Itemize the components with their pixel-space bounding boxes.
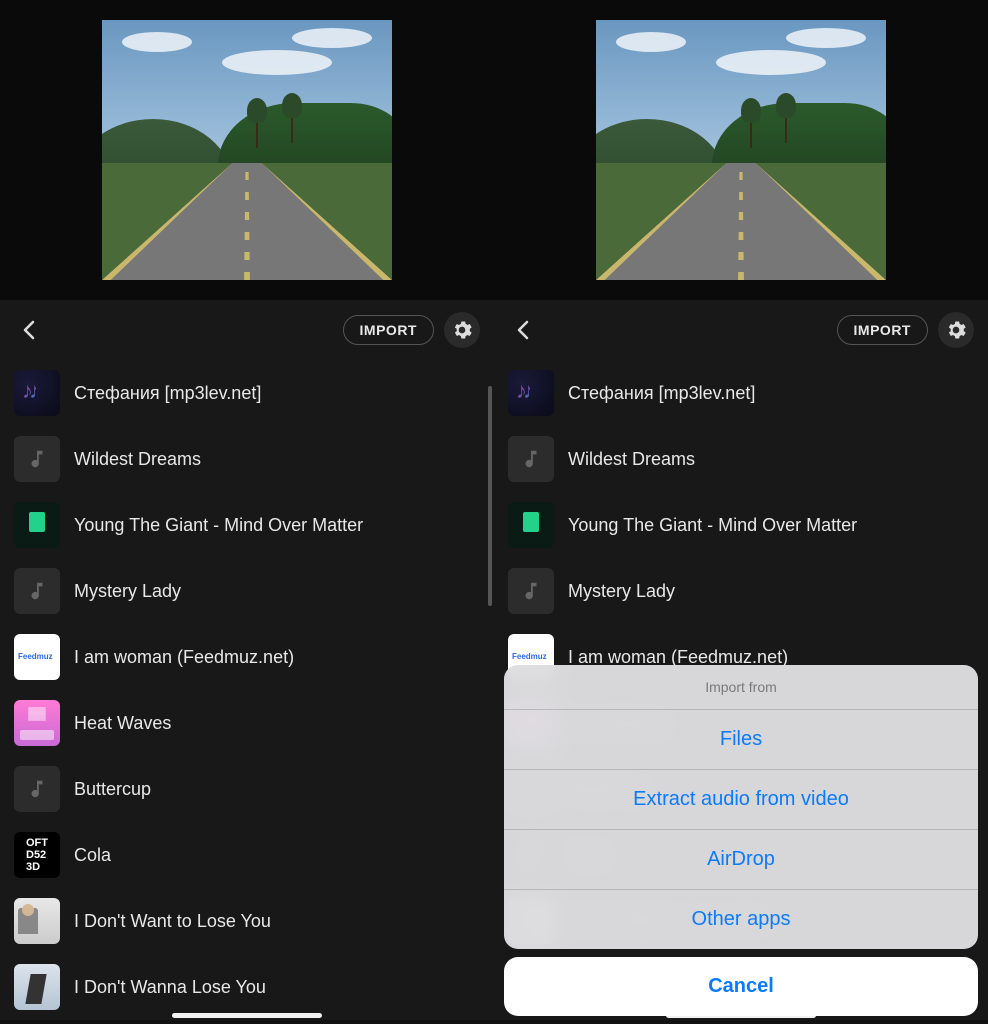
song-thumbnail: OFTD523D — [508, 832, 554, 878]
home-indicator[interactable] — [666, 1013, 816, 1018]
song-thumbnail — [508, 898, 554, 944]
song-title: Cola — [568, 845, 605, 866]
song-thumbnail — [14, 370, 60, 416]
settings-button[interactable] — [938, 312, 974, 348]
song-row[interactable]: Mystery Lady — [0, 558, 494, 624]
preview-image — [596, 20, 886, 280]
scrollbar-thumb[interactable] — [488, 386, 492, 606]
screenshot-right: IMPORT Стефания [mp3lev.net] Wildest Drea… — [494, 0, 988, 1024]
song-row[interactable]: Mystery Lady — [494, 558, 988, 624]
toolbar: IMPORT — [0, 300, 494, 360]
song-row[interactable]: Young The Giant - Mind Over Matter — [494, 492, 988, 558]
song-title: Young The Giant - Mind Over Matter — [568, 515, 857, 536]
song-title: I Don't Want to Lose You — [74, 911, 271, 932]
song-title: Heat Waves — [74, 713, 171, 734]
song-title: Wildest Dreams — [568, 449, 695, 470]
song-list[interactable]: Стефания [mp3lev.net] Wildest Dreams Young… — [0, 360, 494, 1020]
song-row[interactable]: OFTD523D Cola — [0, 822, 494, 888]
song-row[interactable]: Wildest Dreams — [0, 426, 494, 492]
song-row[interactable]: Buttercup — [494, 756, 988, 822]
song-thumbnail — [508, 634, 554, 680]
song-title: Buttercup — [74, 779, 151, 800]
song-row[interactable]: I Don't Want to Lose You — [0, 888, 494, 954]
song-thumbnail — [14, 502, 60, 548]
music-note-icon — [508, 436, 554, 482]
song-row[interactable]: I Don't Want to Lose You — [494, 888, 988, 954]
song-title: Стефания [mp3lev.net] — [74, 383, 261, 404]
song-title: Mystery Lady — [568, 581, 675, 602]
song-row[interactable]: I am woman (Feedmuz.net) — [0, 624, 494, 690]
song-row[interactable]: I Don't Wanna Lose You — [494, 954, 988, 1020]
music-note-icon — [14, 436, 60, 482]
song-title: I am woman (Feedmuz.net) — [568, 647, 788, 668]
song-title: Wildest Dreams — [74, 449, 201, 470]
song-title: Heat Waves — [568, 713, 665, 734]
song-title: Buttercup — [568, 779, 645, 800]
song-row[interactable]: Wildest Dreams — [494, 426, 988, 492]
video-preview — [0, 0, 494, 300]
song-title: Стефания [mp3lev.net] — [568, 383, 755, 404]
song-row[interactable]: I am woman (Feedmuz.net) — [494, 624, 988, 690]
song-row[interactable]: I Don't Wanna Lose You — [0, 954, 494, 1020]
chevron-left-icon — [22, 320, 36, 340]
music-note-icon — [508, 568, 554, 614]
song-row[interactable]: Стефания [mp3lev.net] — [494, 360, 988, 426]
song-row[interactable]: Buttercup — [0, 756, 494, 822]
song-row[interactable]: OFTD523D Cola — [494, 822, 988, 888]
video-preview — [494, 0, 988, 300]
song-thumbnail — [508, 370, 554, 416]
toolbar: IMPORT — [494, 300, 988, 360]
import-button[interactable]: IMPORT — [343, 315, 434, 345]
song-thumbnail — [14, 700, 60, 746]
import-button[interactable]: IMPORT — [837, 315, 928, 345]
song-row[interactable]: Young The Giant - Mind Over Matter — [0, 492, 494, 558]
song-thumbnail — [508, 964, 554, 1010]
song-row[interactable]: Heat Waves — [0, 690, 494, 756]
song-row[interactable]: Heat Waves — [494, 690, 988, 756]
chevron-left-icon — [516, 320, 530, 340]
home-indicator[interactable] — [172, 1013, 322, 1018]
gear-icon — [452, 320, 472, 340]
screenshot-left: IMPORT Стефания [mp3lev.net] Wildest Drea… — [0, 0, 494, 1024]
back-button[interactable] — [14, 315, 44, 345]
back-button[interactable] — [508, 315, 538, 345]
song-title: Young The Giant - Mind Over Matter — [74, 515, 363, 536]
song-thumbnail — [14, 964, 60, 1010]
song-row[interactable]: Стефания [mp3lev.net] — [0, 360, 494, 426]
song-thumbnail — [508, 502, 554, 548]
song-title: I am woman (Feedmuz.net) — [74, 647, 294, 668]
song-thumbnail — [14, 634, 60, 680]
song-title: I Don't Want to Lose You — [568, 911, 765, 932]
song-title: I Don't Wanna Lose You — [568, 977, 760, 998]
song-thumbnail — [508, 700, 554, 746]
music-note-icon — [508, 766, 554, 812]
song-title: Mystery Lady — [74, 581, 181, 602]
song-list[interactable]: Стефания [mp3lev.net] Wildest Dreams Young… — [494, 360, 988, 1020]
song-title: Cola — [74, 845, 111, 866]
song-title: I Don't Wanna Lose You — [74, 977, 266, 998]
gear-icon — [946, 320, 966, 340]
music-note-icon — [14, 766, 60, 812]
preview-image — [102, 20, 392, 280]
song-thumbnail — [14, 898, 60, 944]
music-note-icon — [14, 568, 60, 614]
song-thumbnail: OFTD523D — [14, 832, 60, 878]
settings-button[interactable] — [444, 312, 480, 348]
